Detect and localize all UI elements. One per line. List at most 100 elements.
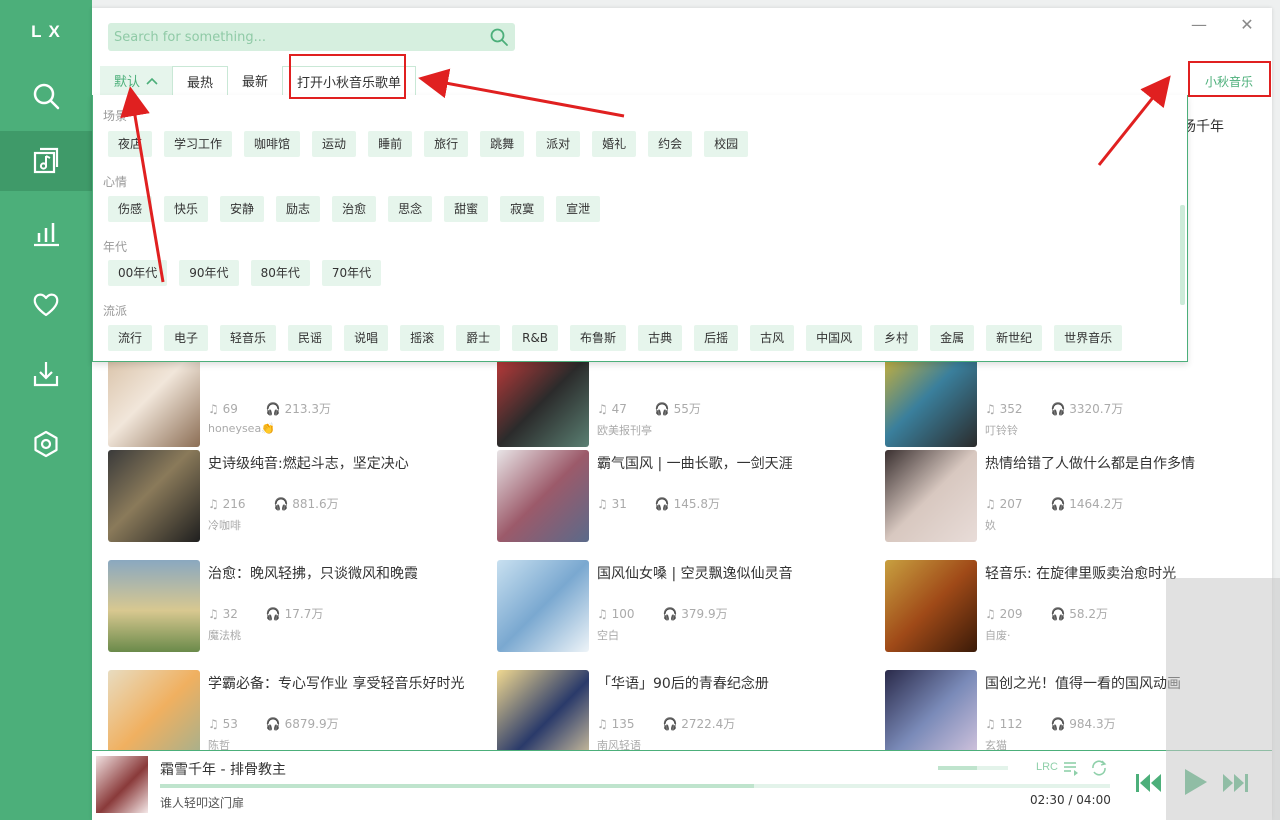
song-count: ♫ 135 (597, 717, 635, 731)
tag[interactable]: 旅行 (424, 131, 469, 157)
tag[interactable]: 寂寞 (500, 196, 545, 222)
search-input[interactable] (108, 23, 478, 51)
tag[interactable]: 派对 (536, 131, 581, 157)
play-count: 🎧 55万 (654, 402, 701, 416)
tag[interactable]: 中国风 (806, 325, 863, 351)
search-box[interactable] (108, 23, 515, 51)
tab-default[interactable]: 默认 (100, 66, 173, 96)
tag[interactable]: 宣泄 (556, 196, 601, 222)
tag[interactable]: 古风 (750, 325, 795, 351)
songlist-icon (33, 147, 59, 174)
tag[interactable]: 思念 (388, 196, 433, 222)
songlist-card[interactable]: ♫ 352 🎧 3320.7万 叮铃铃 (885, 355, 1265, 450)
tag[interactable]: 咖啡馆 (244, 131, 301, 157)
lrc-toggle[interactable]: LRC (1036, 761, 1058, 773)
tag[interactable]: 爵士 (456, 325, 501, 351)
tag[interactable]: 民谣 (288, 325, 333, 351)
songlist-cover (497, 670, 589, 750)
songlist-card[interactable]: 霸气国风 | 一曲长歌，一剑天涯 ♫ 31 🎧 145.8万 (497, 450, 877, 545)
tag[interactable]: 快乐 (164, 196, 209, 222)
song-count: ♫ 47 (597, 402, 627, 416)
tab-hot[interactable]: 最热 (172, 66, 229, 96)
tag[interactable]: 布鲁斯 (570, 325, 627, 351)
tag[interactable]: 安静 (220, 196, 265, 222)
tag[interactable]: 古典 (638, 325, 683, 351)
close-button[interactable]: ✕ (1234, 12, 1260, 38)
nav-leaderboard[interactable] (0, 204, 92, 264)
tag[interactable]: 治愈 (332, 196, 377, 222)
tag[interactable]: 80年代 (250, 260, 310, 286)
playlist-icon[interactable] (1062, 759, 1080, 777)
tag-row-era: 00年代 90年代 80年代 70年代 (108, 260, 393, 286)
tag[interactable]: 励志 (276, 196, 321, 222)
tag[interactable]: 后摇 (694, 325, 739, 351)
tag[interactable]: 电子 (164, 325, 209, 351)
nav-download[interactable] (0, 344, 92, 404)
tag[interactable]: R&B (512, 325, 559, 351)
nav-search[interactable] (0, 66, 92, 126)
repeat-icon[interactable] (1090, 759, 1108, 777)
tab-default-label: 默认 (114, 75, 141, 90)
tag[interactable]: 00年代 (108, 260, 168, 286)
search-icon[interactable] (489, 27, 509, 47)
song-count: ♫ 207 (985, 497, 1023, 511)
tag[interactable]: 90年代 (179, 260, 239, 286)
songlist-author: 空白 (597, 629, 619, 642)
tag[interactable]: 跳舞 (480, 131, 525, 157)
tag[interactable]: 70年代 (321, 260, 382, 286)
progress-fill (160, 784, 754, 788)
songlist-card[interactable]: 学霸必备：专心写作业 享受轻音乐好时光 ♫ 53 🎧 6879.9万 陈哲 (108, 670, 488, 750)
songlist-author: 玄猫 (985, 739, 1007, 750)
minimize-button[interactable]: — (1186, 12, 1212, 38)
song-count: ♫ 31 (597, 497, 627, 511)
tag[interactable]: 说唱 (344, 325, 389, 351)
song-count: ♫ 100 (597, 607, 635, 621)
tag[interactable]: 睡前 (368, 131, 413, 157)
tag[interactable]: 新世纪 (986, 325, 1043, 351)
volume-fill (938, 766, 977, 770)
tag[interactable]: 甜蜜 (444, 196, 489, 222)
songlist-author: 奺 (985, 519, 996, 532)
songlist-card[interactable]: 「华语」90后的青春纪念册 ♫ 135 🎧 2722.4万 南风轻语 (497, 670, 877, 750)
tag-group-title: 年代 (103, 240, 128, 254)
tag[interactable]: 校园 (704, 131, 749, 157)
tag[interactable]: 运动 (312, 131, 357, 157)
tag-row-genre: 流行 电子 轻音乐 民谣 说唱 摇滚 爵士 R&B 布鲁斯 古典 后摇 古风 中… (108, 325, 1134, 351)
songlist-card[interactable]: 国风仙女嗓 | 空灵飘逸似仙灵音 ♫ 100 🎧 379.9万 空白 (497, 560, 877, 655)
tag[interactable]: 伤感 (108, 196, 153, 222)
tag[interactable]: 约会 (648, 131, 693, 157)
songlist-card[interactable]: 热情给错了人做什么都是自作多情 ♫ 207 🎧 1464.2万 奺 (885, 450, 1265, 545)
tag[interactable]: 摇滚 (400, 325, 445, 351)
song-count: ♫ 209 (985, 607, 1023, 621)
now-playing-cover[interactable] (96, 756, 148, 813)
songlist-cover (885, 670, 977, 750)
songlist-card[interactable]: ♫ 69 🎧 213.3万 honeysea👏 (108, 355, 488, 450)
volume-slider[interactable] (938, 766, 1008, 770)
download-icon (33, 362, 59, 387)
play-count: 🎧 58.2万 (1050, 607, 1108, 621)
nav-songlist[interactable] (0, 131, 92, 191)
nav-favorites[interactable] (0, 274, 92, 334)
nav-settings[interactable] (0, 414, 92, 474)
songlist-card[interactable]: ♫ 47 🎧 55万 欧美报刊亭 (497, 355, 877, 450)
panel-scrollbar[interactable] (1180, 205, 1185, 305)
current-lyric: 谁人轻叩这门扉 (160, 796, 245, 810)
song-count: ♫ 352 (985, 402, 1023, 416)
previous-track-icon[interactable] (1134, 771, 1164, 795)
songlist-card[interactable]: 史诗级纯音:燃起斗志，坚定决心 ♫ 216 🎧 881.6万 冷咖啡 (108, 450, 488, 545)
songlist-card[interactable]: 治愈：晚风轻拂，只谈微风和晚霞 ♫ 32 🎧 17.7万 魔法桃 (108, 560, 488, 655)
tag[interactable]: 乡村 (874, 325, 919, 351)
tag[interactable]: 婚礼 (592, 131, 637, 157)
tag[interactable]: 世界音乐 (1054, 325, 1123, 351)
tag[interactable]: 轻音乐 (220, 325, 277, 351)
tag[interactable]: 夜店 (108, 131, 153, 157)
tag-panel: 场景 夜店 学习工作 咖啡馆 运动 睡前 旅行 跳舞 派对 婚礼 约会 校园 心… (92, 95, 1188, 362)
partial-title: 场千年 (1182, 119, 1224, 135)
progress-bar[interactable] (160, 784, 1110, 788)
tab-new[interactable]: 最新 (228, 66, 283, 96)
songlist-author: 自废· (985, 629, 1011, 642)
search-icon (33, 83, 60, 110)
tag[interactable]: 流行 (108, 325, 153, 351)
tag[interactable]: 金属 (930, 325, 975, 351)
tag[interactable]: 学习工作 (164, 131, 233, 157)
